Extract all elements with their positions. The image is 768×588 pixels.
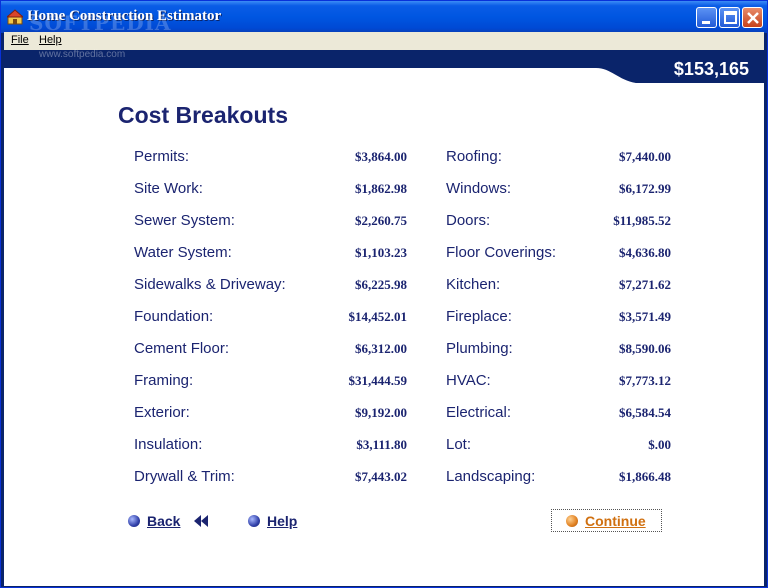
minimize-icon: [702, 21, 710, 24]
cost-item-value: $2,260.75: [355, 213, 407, 228]
cost-item-label: Electrical:: [446, 404, 512, 421]
window-title: Home Construction Estimator: [27, 8, 222, 24]
cost-item-label: Site Work:: [134, 180, 203, 197]
cost-item-value: $6,225.98: [355, 277, 407, 292]
cost-item-label: HVAC:: [446, 372, 491, 389]
cost-item-label: Roofing:: [446, 148, 502, 165]
cost-item-label: Exterior:: [134, 404, 190, 421]
house-app-icon: [7, 9, 23, 25]
continue-bullet-icon: [566, 515, 578, 527]
cost-item-value: $1,866.48: [619, 469, 671, 484]
cost-item-value: $7,440.00: [619, 149, 671, 164]
cost-item-label: Insulation:: [134, 436, 203, 453]
help-link[interactable]: Help: [267, 513, 297, 529]
cost-item-value: $6,584.54: [619, 405, 671, 420]
minimize-button[interactable]: [696, 7, 717, 28]
cost-item-label: Fireplace:: [446, 308, 512, 325]
close-button[interactable]: [742, 7, 763, 28]
cost-item-label: Plumbing:: [446, 340, 513, 357]
cost-item-value: $11,985.52: [613, 213, 671, 228]
maximize-button[interactable]: [719, 7, 740, 28]
cost-item-label: Doors:: [446, 212, 491, 229]
menu-help[interactable]: Help: [38, 34, 63, 46]
cost-item-value: $9,192.00: [355, 405, 407, 420]
continue-label[interactable]: Continue: [585, 513, 646, 529]
cost-item-label: Sewer System:: [134, 212, 235, 229]
cost-item-label: Landscaping:: [446, 468, 536, 485]
menu-file[interactable]: File: [10, 34, 30, 46]
cost-item-value: $.00: [648, 437, 671, 452]
back-bullet-icon: [128, 515, 140, 527]
cost-item-label: Drywall & Trim:: [134, 468, 235, 485]
total-cost: $153,165: [673, 59, 749, 79]
cost-item-value: $3,111.80: [356, 437, 407, 452]
menu-file-label: File: [11, 34, 29, 46]
menu-help-label: Help: [39, 34, 62, 46]
cost-item-label: Permits:: [134, 148, 190, 165]
cost-item-label: Sidewalks & Driveway:: [134, 276, 286, 293]
cost-item-label: Water System:: [134, 244, 232, 261]
cost-item-value: $4,636.80: [619, 245, 671, 260]
cost-item-label: Framing:: [134, 372, 194, 389]
cost-item-value: $14,452.01: [348, 309, 408, 324]
cost-item-value: $7,271.62: [619, 277, 671, 292]
back-link[interactable]: Back: [147, 513, 180, 529]
cost-item-value: $3,864.00: [355, 149, 407, 164]
cost-item-label: Foundation:: [134, 308, 214, 325]
cost-item-value: $7,773.12: [619, 373, 671, 388]
close-icon: [747, 12, 759, 24]
cost-item-value: $6,172.99: [619, 181, 671, 196]
rewind-icon[interactable]: [194, 515, 208, 527]
cost-item-label: Lot:: [446, 436, 472, 453]
cost-item-label: Floor Coverings:: [446, 244, 557, 261]
page-title: Cost Breakouts: [118, 102, 288, 128]
maximize-icon: [724, 11, 737, 24]
cost-item-value: $6,312.00: [355, 341, 407, 356]
cost-item-value: $31,444.59: [348, 373, 408, 388]
cost-item-value: $1,862.98: [355, 181, 407, 196]
cost-item-value: $3,571.49: [619, 309, 671, 324]
cost-item-label: Cement Floor:: [134, 340, 230, 357]
title-bar[interactable]: Home Construction Estimator SOFTPEDIA: [1, 1, 767, 35]
cost-item-label: Windows:: [446, 180, 512, 197]
help-bullet-icon: [248, 515, 260, 527]
cost-item-value: $7,443.02: [355, 469, 407, 484]
menu-bar: File Help: [4, 32, 764, 50]
cost-item-label: Kitchen:: [446, 276, 501, 293]
app-window: Home Construction Estimator SOFTPEDIA Fi…: [0, 0, 768, 588]
cost-item-value: $8,590.06: [619, 341, 671, 356]
cost-item-value: $1,103.23: [355, 245, 407, 260]
